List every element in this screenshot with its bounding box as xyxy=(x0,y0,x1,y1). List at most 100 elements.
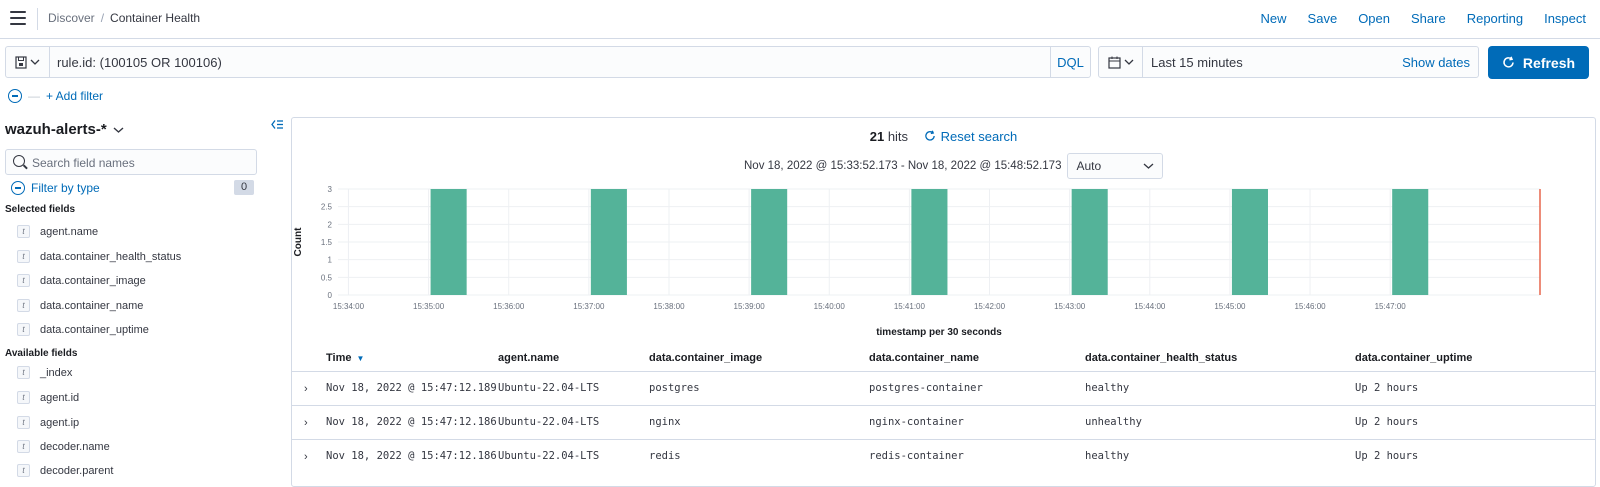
histogram-bar xyxy=(1231,189,1268,295)
x-tick-label: 15:45:00 xyxy=(1214,302,1246,311)
filter-options-icon[interactable] xyxy=(8,89,22,103)
chevron-down-icon xyxy=(1144,163,1154,169)
x-tick-label: 15:35:00 xyxy=(413,302,445,311)
histogram-bar xyxy=(751,189,788,295)
field-search-input[interactable]: Search field names xyxy=(5,149,257,175)
cell-uptime: Up 2 hours xyxy=(1355,382,1419,394)
expand-row-icon[interactable]: › xyxy=(304,417,308,429)
sort-descending-icon: ▼ xyxy=(356,354,365,363)
save-icon xyxy=(15,55,27,69)
hits-summary: 21 hits Reset search xyxy=(292,129,1595,144)
selected-field-item[interactable]: t data.container_name xyxy=(17,299,143,312)
cell-time: Nov 18, 2022 @ 15:47:12.189 xyxy=(326,382,497,394)
selected-field-item[interactable]: t agent.name xyxy=(17,225,98,238)
time-range-text: Nov 18, 2022 @ 15:33:52.173 - Nov 18, 20… xyxy=(744,160,1062,172)
column-header-health-status[interactable]: data.container_health_status xyxy=(1085,352,1237,364)
selected-field-item[interactable]: t data.container_image xyxy=(17,274,146,287)
query-bar: rule.id: (100105 OR 100106) DQL xyxy=(5,46,1091,78)
string-field-icon: t xyxy=(17,366,30,379)
column-header-agent-name[interactable]: agent.name xyxy=(498,352,559,364)
top-header: Discover / Container Health New Save Ope… xyxy=(0,0,1600,39)
field-name: decoder.name xyxy=(40,440,110,453)
column-header-time[interactable]: Time ▼ xyxy=(326,352,364,364)
open-button[interactable]: Open xyxy=(1358,11,1390,26)
query-input[interactable]: rule.id: (100105 OR 100106) xyxy=(57,55,222,70)
column-header-uptime[interactable]: data.container_uptime xyxy=(1355,352,1472,364)
refresh-label: Refresh xyxy=(1522,54,1576,71)
y-tick-label: 1 xyxy=(328,256,333,265)
expand-row-icon[interactable]: › xyxy=(304,451,308,463)
interval-value: Auto xyxy=(1076,159,1102,173)
histogram-bar xyxy=(1071,189,1108,295)
string-field-icon: t xyxy=(17,416,30,429)
menu-icon[interactable] xyxy=(10,11,26,25)
available-field-item[interactable]: t _index xyxy=(17,366,72,379)
available-field-item[interactable]: t decoder.parent xyxy=(17,464,113,477)
filter-count-badge: 0 xyxy=(234,180,254,195)
available-field-item[interactable]: t agent.id xyxy=(17,391,79,404)
filter-row: — + Add filter xyxy=(8,89,103,103)
string-field-icon: t xyxy=(17,225,30,238)
show-dates-button[interactable]: Show dates xyxy=(1402,55,1470,70)
y-tick-label: 1.5 xyxy=(321,238,333,247)
field-name: data.container_name xyxy=(40,299,144,312)
histogram-bar xyxy=(1392,189,1429,295)
breadcrumb-separator: / xyxy=(100,11,105,25)
x-tick-label: 15:42:00 xyxy=(974,302,1006,311)
cell-container-name: postgres-container xyxy=(869,382,983,394)
y-tick-label: 2 xyxy=(328,220,333,229)
x-tick-label: 15:38:00 xyxy=(653,302,685,311)
field-name: _index xyxy=(40,366,73,379)
reset-search-button[interactable]: Reset search xyxy=(924,129,1017,144)
refresh-button[interactable]: Refresh xyxy=(1488,46,1589,79)
date-range-text[interactable]: Last 15 minutes xyxy=(1151,55,1243,70)
selected-field-item[interactable]: t data.container_health_status xyxy=(17,250,181,263)
cell-container-name: redis-container xyxy=(869,450,964,462)
x-tick-label: 15:46:00 xyxy=(1294,302,1326,311)
selected-field-item[interactable]: t data.container_uptime xyxy=(17,323,149,336)
add-filter-button[interactable]: + Add filter xyxy=(46,89,103,103)
breadcrumb: Discover / Container Health xyxy=(48,11,200,25)
field-search-placeholder: Search field names xyxy=(32,156,135,170)
collapse-sidebar-icon[interactable] xyxy=(271,118,284,133)
reporting-button[interactable]: Reporting xyxy=(1467,11,1523,26)
string-field-icon: t xyxy=(17,250,30,263)
selected-fields-heading: Selected fields xyxy=(5,204,76,215)
string-field-icon: t xyxy=(17,274,30,287)
cell-health-status: healthy xyxy=(1085,450,1130,462)
cell-health-status: unhealthy xyxy=(1085,416,1142,428)
cell-time: Nov 18, 2022 @ 15:47:12.186 xyxy=(326,450,497,462)
table-row: › Nov 18, 2022 @ 15:47:12.186 Ubuntu-22.… xyxy=(292,439,1595,473)
y-tick-label: 3 xyxy=(328,185,333,194)
calendar-icon xyxy=(1107,56,1121,69)
quick-select-button[interactable] xyxy=(1099,47,1143,77)
available-field-item[interactable]: t agent.ip xyxy=(17,416,79,429)
save-button[interactable]: Save xyxy=(1308,11,1338,26)
column-header-container-image[interactable]: data.container_image xyxy=(649,352,762,364)
search-icon xyxy=(13,155,25,167)
new-button[interactable]: New xyxy=(1261,11,1287,26)
histogram-bar xyxy=(590,189,627,295)
breadcrumb-discover[interactable]: Discover xyxy=(48,11,95,25)
saved-query-button[interactable] xyxy=(6,47,50,77)
x-axis-label: timestamp per 30 seconds xyxy=(876,327,1002,338)
column-header-container-name[interactable]: data.container_name xyxy=(869,352,979,364)
available-field-item[interactable]: t decoder.name xyxy=(17,440,110,453)
index-pattern-selector[interactable]: wazuh-alerts-* xyxy=(5,121,124,138)
inspect-button[interactable]: Inspect xyxy=(1544,11,1586,26)
time-range-row: Nov 18, 2022 @ 15:33:52.173 - Nov 18, 20… xyxy=(744,153,1164,179)
cell-agent-name: Ubuntu-22.04-LTS xyxy=(498,382,600,394)
filter-by-type-button[interactable]: Filter by type xyxy=(11,181,100,195)
query-language-button[interactable]: DQL xyxy=(1050,47,1090,77)
breadcrumb-current: Container Health xyxy=(110,11,201,25)
hits-count: 21 xyxy=(869,129,885,144)
y-tick-label: 0 xyxy=(328,291,333,300)
expand-row-icon[interactable]: › xyxy=(304,383,308,395)
chevron-down-icon xyxy=(30,59,40,65)
cell-agent-name: Ubuntu-22.04-LTS xyxy=(498,416,600,428)
interval-select[interactable]: Auto xyxy=(1067,153,1164,179)
share-button[interactable]: Share xyxy=(1411,11,1446,26)
string-field-icon: t xyxy=(17,323,30,336)
chevron-down-icon xyxy=(113,126,124,133)
field-name: agent.name xyxy=(40,225,99,238)
